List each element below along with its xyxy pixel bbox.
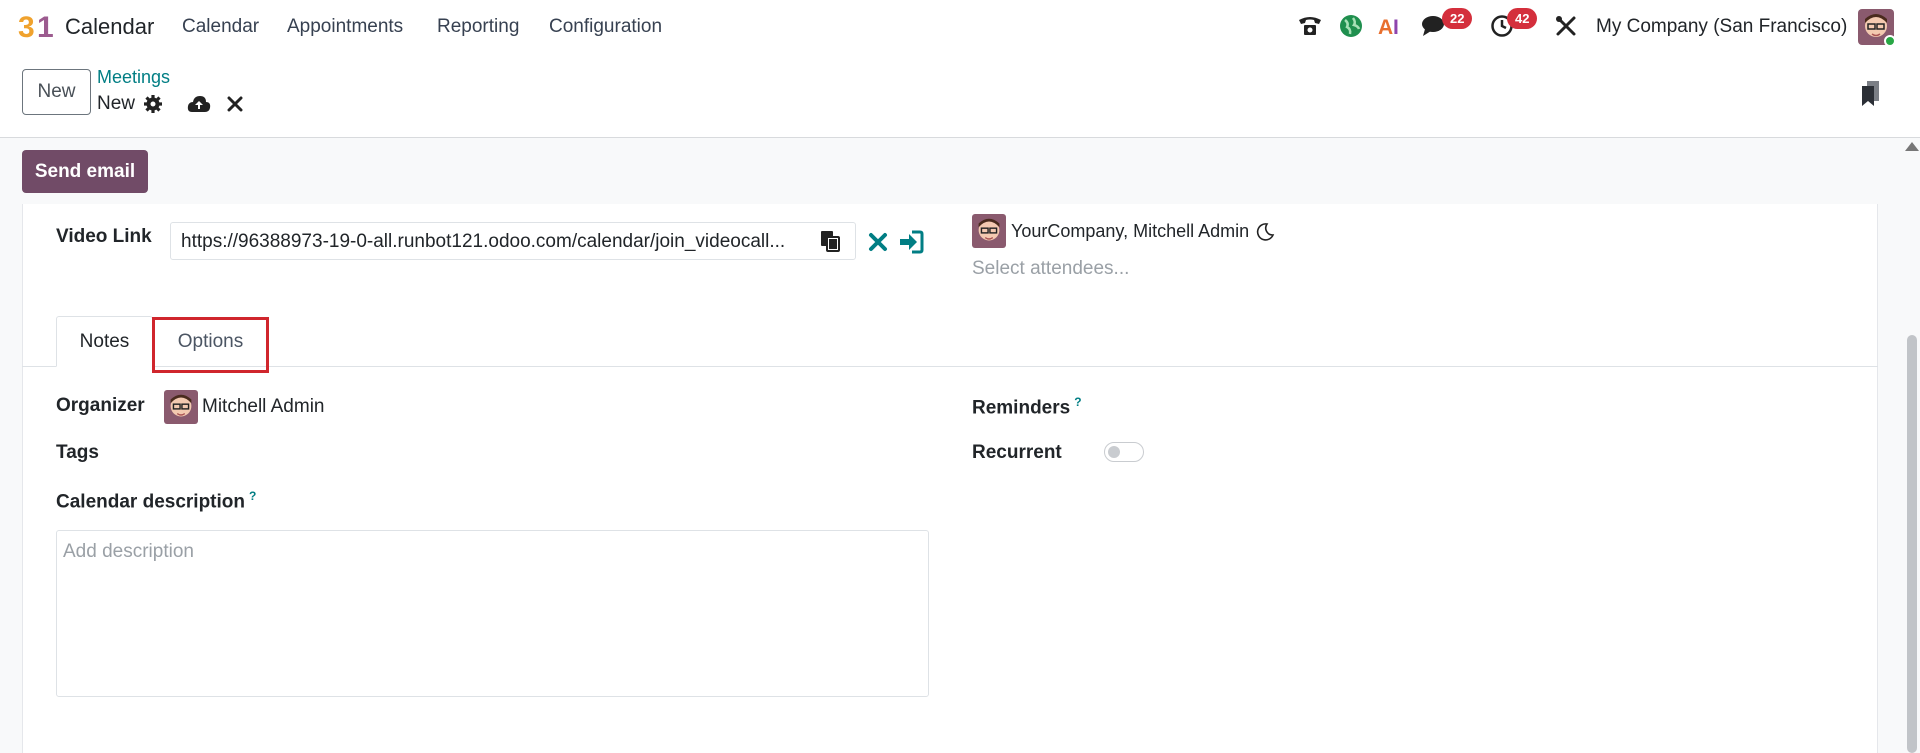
bookmark-icon[interactable] bbox=[1858, 80, 1884, 108]
toggle-knob bbox=[1108, 446, 1120, 458]
ai-icon[interactable]: AI bbox=[1377, 12, 1405, 40]
tab-notes[interactable]: Notes bbox=[56, 316, 153, 367]
breadcrumb-meetings[interactable]: Meetings bbox=[97, 67, 170, 88]
moon-icon bbox=[1256, 223, 1275, 241]
join-icon[interactable] bbox=[898, 229, 924, 255]
chat-badge: 22 bbox=[1442, 8, 1473, 29]
new-button[interactable]: New bbox=[22, 69, 91, 115]
menu-configuration[interactable]: Configuration bbox=[549, 16, 662, 38]
activity-badge: 42 bbox=[1507, 8, 1538, 29]
app-title[interactable]: Calendar bbox=[65, 14, 154, 40]
recurrent-toggle[interactable] bbox=[1104, 442, 1144, 462]
phone-icon[interactable] bbox=[1296, 12, 1324, 40]
copy-icon[interactable] bbox=[818, 229, 842, 253]
organizer-label: Organizer bbox=[56, 395, 145, 416]
svg-text:1: 1 bbox=[37, 11, 54, 42]
help-tooltip-icon[interactable]: ? bbox=[1074, 395, 1081, 409]
tab-options-highlight bbox=[152, 317, 269, 373]
scrollbar-thumb[interactable] bbox=[1907, 335, 1917, 753]
calendar-description-field[interactable]: Add description bbox=[56, 530, 929, 697]
organizer-avatar bbox=[164, 390, 198, 424]
menu-reporting[interactable]: Reporting bbox=[437, 16, 519, 38]
svg-text:A: A bbox=[1378, 16, 1393, 37]
attendee-tag[interactable]: YourCompany, Mitchell Admin bbox=[1011, 221, 1249, 242]
tags-label: Tags bbox=[56, 442, 99, 463]
scroll-up-arrow[interactable] bbox=[1905, 142, 1919, 151]
online-status-indicator bbox=[1884, 35, 1896, 47]
send-email-button[interactable]: Send email bbox=[22, 150, 148, 193]
calendar-app-icon[interactable]: 3 1 bbox=[18, 10, 54, 42]
svg-text:3: 3 bbox=[18, 11, 35, 42]
tabs-divider bbox=[22, 366, 1878, 367]
organizer-field[interactable]: Mitchell Admin bbox=[202, 396, 325, 418]
menu-calendar[interactable]: Calendar bbox=[182, 16, 259, 38]
cloud-upload-icon[interactable] bbox=[186, 91, 212, 117]
reminders-label: Reminders? bbox=[972, 395, 1082, 419]
clear-icon[interactable] bbox=[866, 230, 890, 254]
video-link-field[interactable]: https://96388973-19-0-all.runbot121.odoo… bbox=[170, 222, 856, 260]
calendar-description-label: Calendar description? bbox=[56, 489, 257, 513]
attendee-avatar bbox=[972, 214, 1006, 248]
svg-text:I: I bbox=[1393, 16, 1399, 37]
record-title: New bbox=[97, 93, 136, 114]
website-icon[interactable] bbox=[1337, 12, 1365, 40]
control-panel: New Meetings New bbox=[0, 52, 1920, 138]
attendees-input[interactable]: Select attendees... bbox=[972, 258, 1129, 280]
video-link-label: Video Link bbox=[56, 226, 152, 247]
top-navbar: 3 1 Calendar Calendar Appointments Repor… bbox=[0, 0, 1920, 52]
discard-icon[interactable] bbox=[222, 91, 248, 117]
gear-icon[interactable] bbox=[140, 91, 166, 117]
tools-icon[interactable] bbox=[1552, 12, 1580, 40]
company-switcher[interactable]: My Company (San Francisco) bbox=[1596, 16, 1847, 38]
recurrent-label: Recurrent bbox=[972, 442, 1062, 463]
help-tooltip-icon[interactable]: ? bbox=[249, 489, 256, 503]
menu-appointments[interactable]: Appointments bbox=[287, 16, 403, 38]
